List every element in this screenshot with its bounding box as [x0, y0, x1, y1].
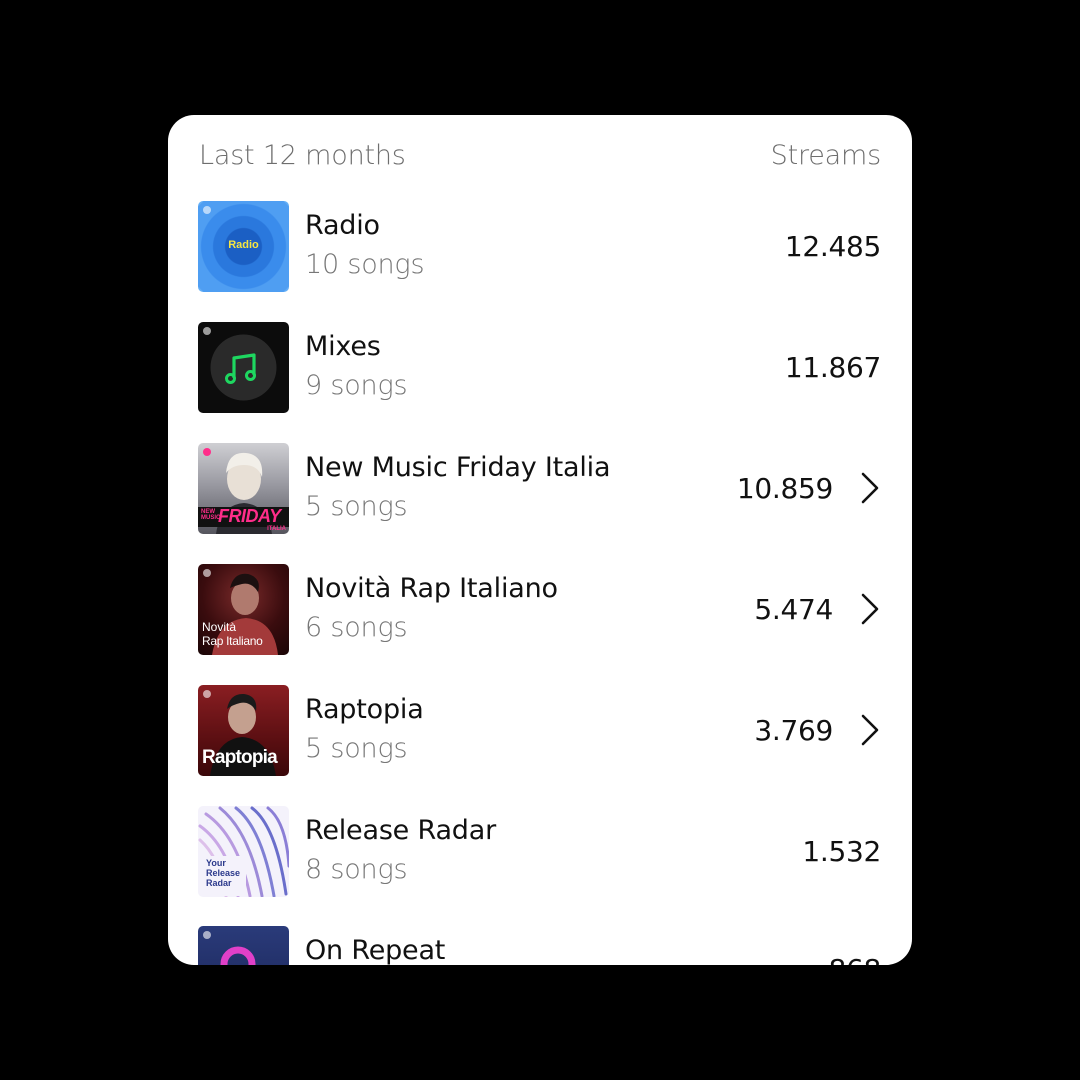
playlist-title: On Repeat — [305, 935, 446, 965]
cover-label-line2: Rap Italiano — [202, 633, 263, 648]
playlist-cover-on-repeat — [198, 926, 289, 965]
stream-count: 10.859 — [736, 471, 833, 505]
playlist-song-count: 9 songs — [305, 370, 408, 401]
repeat-ring-graphic — [220, 946, 256, 965]
cover-label-line2: Release — [206, 867, 241, 878]
chevron-right-icon[interactable] — [859, 592, 881, 626]
playlist-row-mixes[interactable]: Mixes 9 songs 11.867 — [198, 321, 881, 413]
chevron-right-icon[interactable] — [859, 713, 881, 747]
stream-count: 1.532 — [802, 834, 881, 868]
cover-label: Your — [206, 857, 226, 868]
cover-label: Raptopia — [202, 746, 278, 768]
table-header: Last 12 months Streams — [199, 135, 881, 175]
cover-label-small: NEW MUSIC — [201, 508, 221, 521]
playlist-cover-release-radar: Your Release Radar — [198, 805, 289, 897]
playlist-row-on-repeat[interactable]: On Repeat 868 — [198, 926, 881, 965]
stream-count: 3.769 — [754, 713, 833, 747]
cover-label: Novità — [202, 619, 237, 634]
playlist-title: Release Radar — [305, 815, 496, 846]
playlist-cover-new-music-friday: NEW MUSIC FRIDAY ITALIA — [198, 442, 289, 534]
playlist-row-radio[interactable]: Radio Radio 10 songs 12.485 — [198, 200, 881, 292]
playlist-row-release-radar[interactable]: Your Release Radar Release Radar 8 songs… — [198, 805, 881, 897]
cover-label: Radio — [228, 238, 259, 251]
cover-label-country: ITALIA — [267, 525, 286, 532]
playlist-song-count: 10 songs — [305, 249, 425, 280]
playlist-row-new-music-friday-italia[interactable]: NEW MUSIC FRIDAY ITALIA New Music Friday… — [198, 442, 881, 534]
playlist-song-count: 5 songs — [305, 733, 408, 764]
playlist-cover-mixes — [198, 321, 289, 413]
period-label: Last 12 months — [199, 139, 406, 171]
playlist-title: Radio — [305, 210, 380, 241]
playlist-title: New Music Friday Italia — [305, 452, 611, 483]
playlist-row-novita-rap-italiano[interactable]: Novità Rap Italiano Novità Rap Italiano … — [198, 563, 881, 655]
cover-label: FRIDAY — [218, 505, 281, 526]
playlist-song-count: 6 songs — [305, 612, 408, 643]
streams-column-label: Streams — [770, 139, 882, 171]
playlist-cover-novita-rap-italiano: Novità Rap Italiano — [198, 563, 289, 655]
stream-count: 12.485 — [784, 229, 881, 263]
music-note-icon — [210, 334, 277, 400]
playlist-cover-radio: Radio — [198, 200, 289, 292]
playlist-title: Raptopia — [305, 694, 424, 725]
stream-count: 5.474 — [754, 592, 833, 626]
cover-label-line3: Radar — [206, 877, 232, 888]
playlist-title: Novità Rap Italiano — [305, 573, 558, 604]
chevron-right-icon[interactable] — [859, 471, 881, 505]
playlist-row-raptopia[interactable]: Raptopia Raptopia 5 songs 3.769 — [198, 684, 881, 776]
stream-count: 868 — [828, 953, 881, 965]
playlist-cover-raptopia: Raptopia — [198, 684, 289, 776]
playlist-song-count: 5 songs — [305, 491, 408, 522]
playlist-title: Mixes — [305, 331, 381, 362]
spotify-logo-icon — [203, 205, 211, 214]
stream-count: 11.867 — [784, 350, 881, 384]
playlist-song-count: 8 songs — [305, 854, 408, 885]
playlist-stats-card: Last 12 months Streams Radio Radio 10 so… — [168, 115, 912, 965]
